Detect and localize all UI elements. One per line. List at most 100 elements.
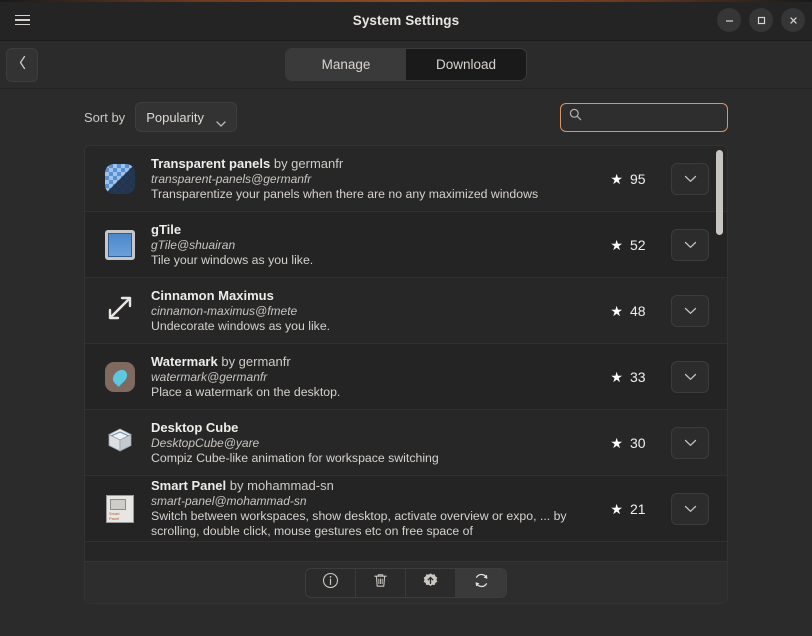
extension-list-item[interactable]: Desktop CubeDesktopCube@yareCompiz Cube-… [85, 410, 727, 476]
smart-panel-icon: SmartPanel [106, 495, 134, 523]
refresh-button[interactable] [456, 569, 506, 597]
sort-bar: Sort by Popularity [84, 89, 728, 145]
extension-list-item[interactable]: Watermark by germanfrwatermark@germanfrP… [85, 344, 727, 410]
extension-description: Undecorate windows as you like. [151, 319, 583, 334]
extensions-list-scroll: Transparent panels by germanfrtransparen… [85, 146, 727, 561]
extension-score-value: 30 [630, 435, 646, 451]
extension-title-line: gTile [151, 222, 583, 237]
update-button[interactable] [406, 569, 456, 597]
info-button[interactable] [306, 569, 356, 597]
extension-expand-button[interactable] [671, 493, 709, 525]
extension-icon [99, 291, 141, 331]
extension-score: ★95 [591, 171, 665, 187]
cube-icon [105, 425, 135, 460]
extension-description: Tile your windows as you like. [151, 253, 583, 268]
list-item-author: by germanfr [274, 156, 343, 171]
content-area: Sort by Popularity Transparent panels by… [0, 89, 812, 636]
extension-uuid: DesktopCube@yare [151, 436, 583, 450]
back-button[interactable] [6, 48, 38, 82]
chevron-down-icon [216, 114, 226, 120]
update-badge-icon [422, 572, 439, 594]
chevron-down-icon [684, 500, 697, 518]
extension-description: Switch between workspaces, show desktop,… [151, 509, 583, 539]
extension-score: ★ 30 [591, 435, 665, 451]
extension-icon [99, 357, 141, 397]
maximize-button[interactable] [749, 8, 773, 32]
action-button-group [305, 568, 507, 598]
extension-icon [99, 423, 141, 463]
hamburger-menu-icon[interactable] [5, 3, 39, 37]
window-top-accent [0, 0, 812, 2]
extension-uuid: cinnamon-maximus@fmete [151, 304, 583, 318]
extension-uuid: smart-panel@mohammad-sn [151, 494, 583, 508]
list-item-author: by mohammad-sn [230, 478, 334, 493]
extension-list-item[interactable]: Cinnamon Maximuscinnamon-maximus@fmeteUn… [85, 278, 727, 344]
extension-title-line: Transparent panels by germanfr [151, 156, 583, 171]
extension-list-item[interactable]: SmartPanel Smart Panel by mohammad-snsmar… [85, 476, 727, 542]
list-scrollbar-thumb[interactable] [716, 150, 723, 235]
extension-list-item[interactable]: gTilegTile@shuairanTile your windows as … [85, 212, 727, 278]
extension-expand-button[interactable] [671, 295, 709, 327]
trash-icon [372, 572, 389, 594]
extension-description: Place a watermark on the desktop. [151, 385, 583, 400]
extension-expand-button[interactable] [671, 229, 709, 261]
tab-download[interactable]: Download [406, 49, 526, 80]
extension-info: Smart Panel by mohammad-snsmart-panel@mo… [151, 478, 591, 539]
window-title: System Settings [0, 13, 812, 28]
extension-score: ★48 [591, 303, 665, 319]
extension-score-value: 48 [630, 303, 646, 319]
extension-score-value: 21 [630, 501, 646, 517]
extension-expand-button[interactable] [671, 361, 709, 393]
close-button[interactable] [781, 8, 805, 32]
chevron-down-icon [684, 434, 697, 452]
chevron-down-icon [684, 236, 697, 254]
extension-expand-button[interactable] [671, 427, 709, 459]
extension-name: Desktop Cube [151, 420, 238, 435]
search-input[interactable] [588, 110, 749, 124]
search-icon [569, 108, 582, 126]
extension-name: gTile [151, 222, 181, 237]
extension-name: Cinnamon Maximus [151, 288, 274, 303]
sort-by-dropdown[interactable]: Popularity [135, 102, 237, 132]
tab-manage[interactable]: Manage [286, 49, 406, 80]
title-bar: System Settings [0, 0, 812, 41]
star-icon: ★ [610, 436, 623, 450]
extension-info: Transparent panels by germanfrtransparen… [151, 156, 591, 202]
chevron-down-icon [684, 302, 697, 320]
list-item-author: by germanfr [221, 354, 290, 369]
chevron-down-icon [684, 170, 697, 188]
extension-score: ★52 [591, 237, 665, 253]
extension-description: Transparentize your panels when there ar… [151, 187, 583, 202]
header-bar: Manage Download [0, 41, 812, 89]
extension-expand-button[interactable] [671, 163, 709, 195]
extension-description: Compiz Cube-like animation for workspace… [151, 451, 583, 466]
system-settings-window: System Settings Manage Download [0, 0, 812, 636]
remove-button[interactable] [356, 569, 406, 597]
tab-download-label: Download [436, 57, 496, 72]
extension-icon [99, 225, 141, 265]
info-circle-icon [322, 572, 339, 594]
minimize-button[interactable] [717, 8, 741, 32]
extension-title-line: Watermark by germanfr [151, 354, 583, 369]
extension-uuid: gTile@shuairan [151, 238, 583, 252]
list-action-toolbar [85, 561, 727, 603]
extension-info: Watermark by germanfrwatermark@germanfrP… [151, 354, 591, 400]
search-field[interactable] [560, 103, 728, 132]
window-controls [717, 8, 805, 32]
extensions-list: Transparent panels by germanfrtransparen… [85, 146, 727, 542]
extension-title-line: Smart Panel by mohammad-sn [151, 478, 583, 493]
extension-title-line: Desktop Cube [151, 420, 583, 435]
extension-name: Watermark [151, 354, 218, 369]
extension-list-item[interactable]: Transparent panels by germanfrtransparen… [85, 146, 727, 212]
gtile-icon [105, 230, 135, 260]
extension-score-value: 95 [630, 171, 646, 187]
extension-info: Desktop CubeDesktopCube@yareCompiz Cube-… [151, 420, 591, 466]
star-icon: ★ [610, 238, 623, 252]
extension-info: gTilegTile@shuairanTile your windows as … [151, 222, 591, 268]
refresh-icon [473, 572, 490, 594]
extension-info: Cinnamon Maximuscinnamon-maximus@fmeteUn… [151, 288, 591, 334]
sort-by-label: Sort by [84, 110, 125, 125]
extension-name: Transparent panels [151, 156, 270, 171]
list-scrollbar[interactable] [713, 146, 725, 561]
star-icon: ★ [610, 502, 623, 516]
